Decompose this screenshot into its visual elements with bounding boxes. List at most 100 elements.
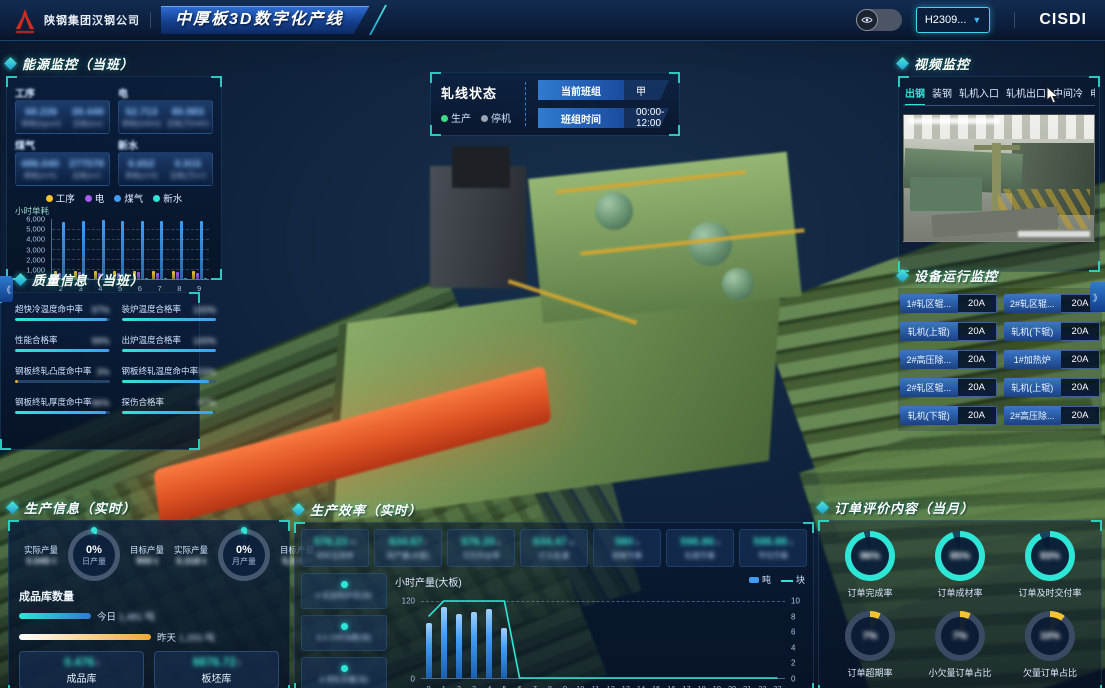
stat-value: 580s [615,536,639,548]
video-monitor-panel: 视频监控 出钢装钢轧机入口轧机出口中间冷电加热 [898,52,1100,272]
y-tick: 5,000 [26,225,45,234]
diamond-icon [896,57,909,70]
diamond-icon [816,501,829,514]
status-field-label: 当前班组 [538,80,624,100]
equipment-chip: 2#轧区辊...20A [1004,294,1101,313]
video-tab-装钢[interactable]: 装钢 [932,85,952,100]
visibility-toggle[interactable] [856,9,902,31]
expand-right-tab[interactable]: 》 [1090,282,1105,312]
panel-title: 生产效率（实时） [310,500,422,519]
equipment-chip: 1#加热炉20A [1004,350,1101,369]
donut-value: 95% [935,531,985,581]
quality-label: 钢板终轧凸度命中率 [15,365,92,377]
stat-value: 598.88s [753,536,792,548]
inventory-bar-row: 今日 1,481 吨 [19,609,279,623]
equipment-current-value: 20A [958,406,997,425]
y-tick: 6,000 [26,215,45,224]
energy-metric: 6.652单耗(m³/t) [125,158,158,181]
camera-select-dropdown[interactable]: H2309... ▼ [916,7,991,33]
pieces-legend-icon [781,580,793,582]
collapse-left-tab[interactable]: 《 [0,276,13,302]
status-legend: 生产停机 [441,110,511,125]
quality-item: 钢板终轧温度命中率93% [122,365,217,383]
actual-value: 0.045 t [19,556,63,567]
energy-metric: 0.915总耗(万m³) [170,158,206,181]
equipment-chip: 2#轧区辊...20A [900,378,997,397]
efficiency-stat-card: 596.86s轧制节奏 [666,529,734,567]
energy-metric-value: 277578 [69,158,104,170]
x-tick: 8 [542,684,557,688]
video-tab-轧机出口[interactable]: 轧机出口 [1006,85,1046,100]
progress-track [15,318,110,321]
inventory-value: 1,481 吨 [116,612,155,623]
x-tick: 11 [588,684,603,688]
pieces-line-series [421,601,785,678]
x-tick: 14 [633,684,648,688]
energy-category-label: 新水 [118,137,213,152]
efficiency-panel: 生产效率（实时） 576.23%坯料兑现率634.67t班产量(大板)576.2… [294,498,814,688]
panel-title: 质量信息（当班） [32,270,144,289]
energy-category-label: 煤气 [15,137,110,152]
x-tick: 5 [497,684,512,688]
energy-card: 新水 6.652单耗(m³/t) 0.915总耗(万m³) [118,137,213,186]
donut-value: 93% [1025,531,1075,581]
gauge-percent: 0% [86,544,102,556]
equipment-label: 轧机(上辊) [1004,378,1062,397]
energy-card-values: 68.226单耗(kgce/t)39.449总耗(tce) [15,100,110,134]
video-tab-轧机入口[interactable]: 轧机入口 [959,85,999,100]
y-tick: 4,000 [26,235,45,244]
top-bar: 陕钢集团汉钢公司 中厚板3D数字化产线 H2309... ▼ CISDI [0,0,1105,41]
panel-title: 设备运行监控 [914,266,998,285]
legend-item: 煤气 [114,191,143,205]
panel-title: 生产信息（实时） [24,498,136,517]
warehouse-card: 8876.72t板坯库 [154,651,279,688]
equipment-label: 轧机(下辊) [1004,322,1062,341]
status-legend-item: 停机 [481,110,511,125]
efficiency-stat-card: 576.23%坯料兑现率 [301,529,369,567]
progress-track [15,411,110,414]
order-donut: 10%欠量订单占比 [1005,611,1095,679]
efficiency-stat-card: 634.47m打头轧速 [520,529,588,567]
equipment-chip: 1#轧区辊...20A [900,294,997,313]
cctv-video-feed[interactable] [903,114,1095,242]
line-status-panel: 轧线状态 生产停机 当前班组甲班组时间00:00-12:00 [430,72,680,136]
y-left-tick: 120 [402,597,415,606]
gauge-name: 月产量 [232,556,256,567]
video-tab-电加热[interactable]: 电加热 [1090,85,1095,100]
equipment-chip: 轧机(上辊)20A [1004,378,1101,397]
progress-fill [122,318,217,321]
legend-dot [114,195,121,202]
equipment-label: 1#加热炉 [1004,350,1062,369]
status-field: 当前班组甲 [538,80,669,100]
energy-metric-value: 80.883 [167,106,210,118]
energy-metric: 39.449总耗(tce) [72,106,104,129]
x-tick: 18 [694,684,709,688]
quality-value: 100% [193,336,216,346]
x-tick: 9 [558,684,573,688]
y-left-tick: 0 [411,675,415,684]
company-logo-icon [14,8,36,33]
energy-metric-value: 486.040 [21,158,59,170]
title-slash-decoration [369,5,387,35]
energy-metric-label: 总耗(万kWh) [167,118,210,129]
y-right-tick: 10 [791,597,800,606]
status-divider [525,82,526,126]
quality-value: 96% [92,398,110,408]
gauge-percent: 0% [236,544,252,556]
donut-value: 7% [845,611,895,661]
inventory-annotation: 昨天 1,293 吨 [157,630,215,644]
donut-ring: 7% [845,611,895,661]
efficiency-stat-card: 576.20s日历作业率 [447,529,515,567]
gauge-name: 日产量 [82,556,106,567]
actual-label: 实际产量 [19,544,63,556]
y-right-tick: 4 [791,643,795,652]
target-value: 900 t [125,556,169,567]
gray-tower-top [452,146,510,188]
quality-label: 出炉温度合格率 [122,334,182,346]
progress-track [15,380,110,383]
chart-legend: 吨 块 [749,573,805,586]
donut-value: 7% [935,611,985,661]
energy-card: 煤气486.040单耗(m³/t)277578总耗(m³) [15,137,110,186]
video-tab-出钢[interactable]: 出钢 [905,85,925,100]
quality-value: 93% [198,367,216,377]
